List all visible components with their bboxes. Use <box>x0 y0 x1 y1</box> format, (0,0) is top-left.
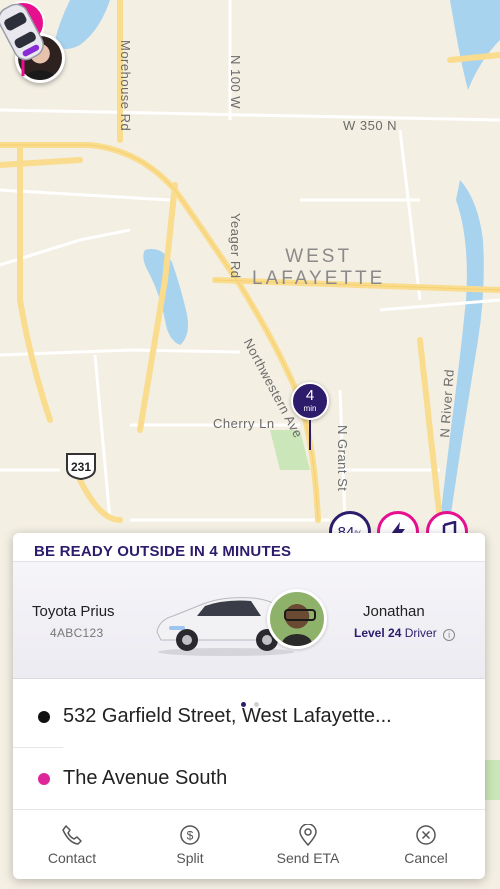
action-bar: Contact $ Split Send ETA Cancel <box>13 813 485 879</box>
eta-marker-stem <box>309 420 311 450</box>
street-label-w350n: W 350 N <box>343 118 398 133</box>
dropoff-row[interactable]: The Avenue South <box>13 750 485 810</box>
send-eta-label: Send ETA <box>276 850 340 866</box>
split-label: Split <box>176 850 204 866</box>
cancel-label: Cancel <box>404 850 448 866</box>
info-icon[interactable]: i <box>443 629 456 641</box>
pickup-address: 532 Garfield Street, West Lafayette... <box>63 705 392 727</box>
eta-marker-circle: 4 min <box>291 382 329 420</box>
street-label-morehouse: Morehouse Rd <box>118 40 133 132</box>
city-label: WEST LAFAYETTE <box>252 246 385 290</box>
send-eta-button[interactable]: Send ETA <box>253 813 363 879</box>
cancel-button[interactable]: Cancel <box>371 813 481 879</box>
dropoff-dot-icon <box>38 773 50 785</box>
contact-button[interactable]: Contact <box>17 813 127 879</box>
dollar-icon: $ <box>180 825 200 845</box>
street-label-ngrant: N Grant St <box>335 425 350 492</box>
driver-level-suffix: Driver <box>404 626 437 640</box>
eta-value: 4 <box>305 387 315 404</box>
highway-shield-icon: 231 <box>66 453 96 481</box>
eta-unit: min <box>303 404 317 413</box>
location-pin-icon <box>299 824 317 846</box>
city-label-line1: WEST <box>285 246 353 267</box>
driver-panel[interactable]: Toyota Prius 4ABC123 Jonathan Level 24 D… <box>13 561 485 707</box>
driver-avatar[interactable] <box>267 589 327 649</box>
phone-icon <box>62 825 82 845</box>
close-circle-icon <box>416 825 436 845</box>
street-label-cherry: Cherry Ln <box>213 416 275 431</box>
street-label-n100w: N 100 W <box>228 55 243 110</box>
ride-card: BE READY OUTSIDE IN 4 MINUTES Toyota Pri… <box>13 533 485 879</box>
vehicle-plate: 4ABC123 <box>50 626 104 640</box>
driver-level[interactable]: Level 24 Driver i <box>354 626 456 641</box>
contact-label: Contact <box>47 850 97 866</box>
pickup-dot-icon <box>38 711 50 723</box>
highway-shield-number: 231 <box>71 460 91 474</box>
eta-marker: 4 min <box>291 382 329 452</box>
ride-headline: BE READY OUTSIDE IN 4 MINUTES <box>34 543 292 560</box>
split-button[interactable]: $ Split <box>135 813 245 879</box>
pickup-row[interactable]: 532 Garfield Street, West Lafayette... <box>13 688 485 748</box>
city-label-line2: LAFAYETTE <box>252 268 386 289</box>
street-label-yeager: Yeager Rd <box>228 213 243 279</box>
dropoff-address: The Avenue South <box>63 767 228 789</box>
svg-text:$: $ <box>187 829 194 843</box>
vehicle-model: Toyota Prius <box>32 603 115 620</box>
driver-name: Jonathan <box>363 603 425 620</box>
driver-level-value: Level 24 <box>354 626 402 640</box>
